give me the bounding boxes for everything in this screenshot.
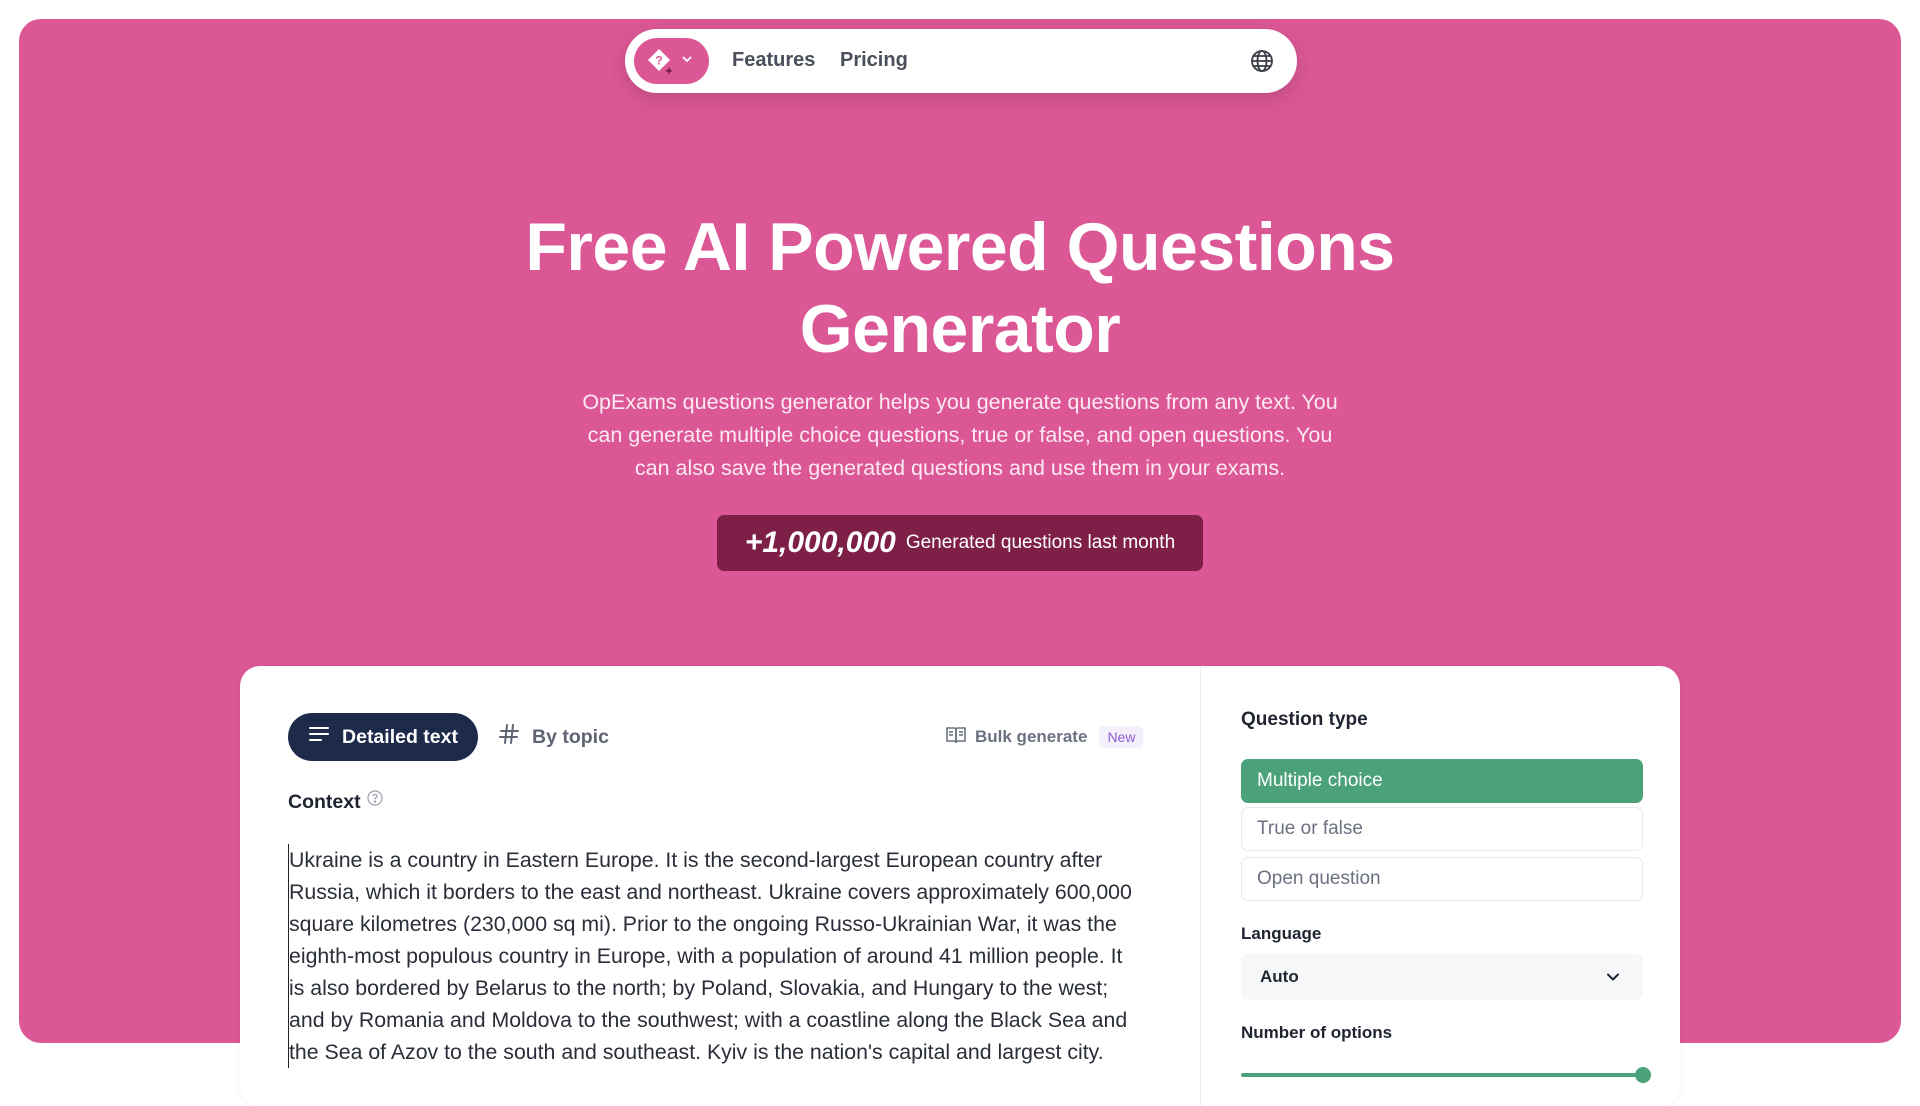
svg-text:?: ? <box>655 54 662 68</box>
context-line: Ukraine is a country in Eastern Europe. … <box>289 848 1103 872</box>
language-label: Language <box>1241 924 1322 943</box>
lines-icon <box>308 725 330 749</box>
title-line-2: Generator <box>799 291 1121 367</box>
new-badge: New <box>1099 726 1144 748</box>
question-type-true-false[interactable]: True or false <box>1241 807 1643 851</box>
context-textarea[interactable]: Ukraine is a country in Eastern Europe. … <box>288 844 1156 1068</box>
number-of-options-slider[interactable] <box>1241 1067 1651 1083</box>
language-value: Auto <box>1260 967 1299 986</box>
stat-label: Generated questions last month <box>905 532 1176 553</box>
context-line: the Sea of Azov to the south and southea… <box>289 1040 1104 1064</box>
context-line: is also bordered by Belarus to the north… <box>289 976 1109 1000</box>
language-select[interactable]: Auto <box>1241 954 1643 1000</box>
title-line-1: Free AI Powered Questions <box>525 209 1395 285</box>
bulk-generate-label: Bulk generate <box>975 727 1088 746</box>
logo-menu-button[interactable]: ? <box>634 38 709 84</box>
tab-detailed-text[interactable]: Detailed text <box>288 713 478 761</box>
input-panel: Detailed text By topic Bulk generate New… <box>240 666 1200 1106</box>
context-line: eighth-most populous country in Europe, … <box>289 944 1123 968</box>
slider-thumb[interactable] <box>1635 1067 1651 1083</box>
top-nav: ? Features Pricing <box>625 29 1297 93</box>
question-type-label: Question type <box>1241 709 1368 730</box>
chevron-down-icon <box>681 52 693 70</box>
globe-icon[interactable] <box>1249 48 1275 74</box>
tab-by-topic[interactable]: By topic <box>498 713 609 761</box>
book-icon <box>945 725 967 750</box>
hash-icon <box>498 723 520 751</box>
context-line: square kilometres (230,000 sq mi). Prior… <box>289 912 1117 936</box>
tab-by-topic-label: By topic <box>532 725 609 748</box>
settings-panel: Question type Multiple choice True or fa… <box>1200 666 1680 1106</box>
context-label: Context <box>288 789 383 814</box>
help-circle-icon[interactable] <box>366 789 383 806</box>
context-line: and by Romania and Moldova to the southw… <box>289 1008 1128 1032</box>
subtitle-line-1: OpExams questions generator helps you ge… <box>582 390 1338 414</box>
context-label-text: Context <box>288 791 361 813</box>
page-subtitle: OpExams questions generator helps you ge… <box>572 386 1348 485</box>
sparkle-question-icon: ? <box>645 46 675 76</box>
number-of-options-label: Number of options <box>1241 1023 1393 1042</box>
subtitle-line-2: can generate multiple choice questions, … <box>587 423 1333 447</box>
question-type-open[interactable]: Open question <box>1241 857 1643 901</box>
generator-card: Detailed text By topic Bulk generate New… <box>240 666 1680 1106</box>
tab-detailed-text-label: Detailed text <box>342 725 458 748</box>
slider-fill <box>1241 1073 1643 1077</box>
bulk-generate-button[interactable]: Bulk generate New <box>945 724 1144 750</box>
subtitle-line-3: can also save the generated questions an… <box>634 456 1286 480</box>
chevron-down-icon <box>1603 967 1623 987</box>
question-type-multiple-choice[interactable]: Multiple choice <box>1241 759 1643 803</box>
page-title: Free AI Powered Questions Generator <box>500 206 1420 370</box>
stat-number: +1,000,000 <box>744 526 896 559</box>
nav-features-link[interactable]: Features <box>732 49 815 72</box>
nav-pricing-link[interactable]: Pricing <box>840 49 908 72</box>
stats-badge: +1,000,000 Generated questions last mont… <box>717 515 1203 571</box>
context-line: Russia, which it borders to the east and… <box>289 880 1132 904</box>
